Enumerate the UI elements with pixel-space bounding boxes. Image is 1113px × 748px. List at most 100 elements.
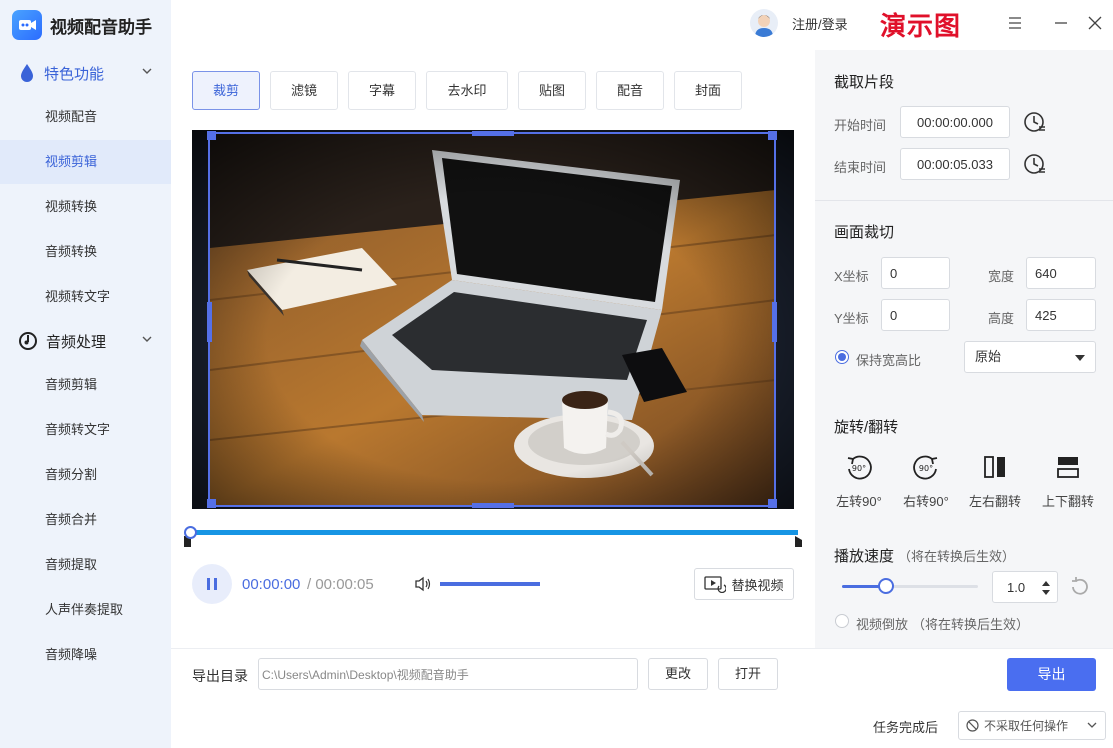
after-task-value: 不采取任何操作 (984, 719, 1069, 733)
rotate-right-icon: 90° (913, 455, 938, 480)
app-logo-row: 视频配音助手 (0, 0, 171, 50)
tab-crop[interactable]: 裁剪 (192, 71, 260, 110)
volume-icon[interactable] (414, 576, 432, 592)
export-path-input[interactable] (258, 658, 638, 690)
tab-dubbing[interactable]: 配音 (596, 71, 664, 110)
avatar (750, 9, 778, 37)
volume-slider[interactable] (440, 582, 540, 586)
ratio-select[interactable]: 原始 (964, 341, 1096, 373)
sidebar-item-video-edit[interactable]: 视频剪辑 (0, 140, 171, 184)
rotate-left-label: 左转90° (836, 494, 882, 509)
height-label: 高度 (988, 311, 1015, 326)
y-coord-input[interactable] (881, 299, 950, 331)
close-icon[interactable] (1086, 14, 1104, 32)
sidebar-item-audio-convert[interactable]: 音频转换 (0, 230, 171, 274)
x-coord-input[interactable] (881, 257, 950, 289)
flip-horizontal-button[interactable]: 左右翻转 (965, 452, 1025, 510)
start-time-input[interactable] (900, 106, 1010, 138)
sidebar-item-audio-to-text[interactable]: 音频转文字 (0, 408, 171, 452)
crop-handle-bottom[interactable] (472, 503, 514, 508)
export-button[interactable]: 导出 (1007, 658, 1096, 691)
start-time-label: 开始时间 (834, 118, 887, 133)
replace-video-button[interactable]: 替换视频 (694, 568, 794, 600)
reverse-video-radio[interactable] (835, 614, 849, 628)
change-dir-button[interactable]: 更改 (648, 658, 708, 690)
menu-icon[interactable] (1006, 14, 1024, 32)
keep-ratio-radio[interactable] (835, 350, 849, 364)
nav-group-features[interactable]: 特色功能 (0, 51, 171, 95)
speed-note: （将在转换后生效） (898, 549, 1016, 564)
height-input[interactable] (1026, 299, 1096, 331)
stepper-down-icon[interactable] (1042, 590, 1050, 595)
stepper-up-icon[interactable] (1042, 581, 1050, 586)
after-task-select[interactable]: 不采取任何操作 (958, 711, 1106, 740)
rotate-badge: 90° (919, 464, 933, 473)
flip-vertical-button[interactable]: 上下翻转 (1038, 452, 1098, 510)
rotate-right-button[interactable]: 90° 右转90° (896, 452, 956, 510)
video-preview[interactable] (192, 130, 794, 509)
no-action-icon (966, 719, 979, 732)
clip-section-title: 截取片段 (834, 74, 895, 91)
sidebar-item-audio-denoise[interactable]: 音频降噪 (0, 633, 171, 677)
reverse-video-label: 视频倒放 （将在转换后生效） (856, 614, 1029, 633)
chevron-down-icon (1087, 722, 1097, 728)
crop-handle-top-right[interactable] (768, 131, 777, 140)
tab-sticker[interactable]: 贴图 (518, 71, 586, 110)
time-separator: / (307, 576, 312, 593)
divider (815, 200, 1113, 201)
sidebar-item-audio-merge[interactable]: 音频合并 (0, 498, 171, 542)
sidebar-item-video-dubbing[interactable]: 视频配音 (0, 95, 171, 139)
current-time: 00:00:00 (242, 576, 301, 593)
replace-video-label: 替换视频 (731, 577, 784, 593)
speed-stepper[interactable]: 1.0 (992, 571, 1058, 603)
crop-handle-right[interactable] (772, 302, 777, 342)
reset-icon[interactable] (1068, 576, 1090, 598)
end-time-input[interactable] (900, 148, 1010, 180)
crop-section-title: 画面裁切 (834, 224, 895, 241)
crop-handle-bottom-left[interactable] (207, 499, 216, 508)
demo-watermark: 演示图 (880, 12, 962, 42)
tab-remove-watermark[interactable]: 去水印 (426, 71, 508, 110)
tab-cover[interactable]: 封面 (674, 71, 742, 110)
clock-icon[interactable] (1023, 152, 1047, 176)
timeline-track[interactable] (191, 530, 798, 535)
minimize-icon[interactable] (1052, 14, 1070, 32)
crop-handle-top-left[interactable] (207, 131, 216, 140)
crop-handle-bottom-right[interactable] (768, 499, 777, 508)
sidebar-item-video-to-text[interactable]: 视频转文字 (0, 275, 171, 319)
nav-group-label: 音频处理 (46, 333, 107, 351)
end-time-label: 结束时间 (834, 160, 887, 175)
rotate-badge: 90° (852, 464, 866, 473)
sidebar-item-audio-extract[interactable]: 音频提取 (0, 543, 171, 587)
flip-vertical-label: 上下翻转 (1041, 494, 1094, 509)
width-label: 宽度 (988, 269, 1015, 284)
trim-end-marker[interactable] (794, 536, 804, 548)
user-login[interactable]: 注册/登录 (750, 9, 848, 37)
crop-handle-left[interactable] (207, 302, 212, 342)
rotate-right-label: 右转90° (903, 494, 949, 509)
sidebar-item-video-convert[interactable]: 视频转换 (0, 185, 171, 229)
speed-section-title: 播放速度 （将在转换后生效） (834, 545, 1015, 566)
sidebar-item-audio-edit[interactable]: 音频剪辑 (0, 363, 171, 407)
crop-frame[interactable] (207, 131, 777, 508)
x-coord-label: X坐标 (834, 269, 869, 284)
reverse-label: 视频倒放 (856, 617, 909, 632)
flip-horizontal-icon (984, 456, 1005, 478)
open-dir-button[interactable]: 打开 (718, 658, 778, 690)
crop-handle-top[interactable] (472, 131, 514, 136)
tab-subtitle[interactable]: 字幕 (348, 71, 416, 110)
tab-filter[interactable]: 滤镜 (270, 71, 338, 110)
speed-title: 播放速度 (834, 548, 895, 565)
speed-slider-knob[interactable] (878, 578, 894, 594)
rotate-left-button[interactable]: 90° 左转90° (829, 452, 889, 510)
sidebar-item-audio-split[interactable]: 音频分割 (0, 453, 171, 497)
chevron-down-icon (142, 68, 152, 74)
nav-group-audio[interactable]: 音频处理 (0, 319, 171, 363)
width-input[interactable] (1026, 257, 1096, 289)
login-link[interactable]: 注册/登录 (792, 14, 848, 33)
clock-icon[interactable] (1023, 110, 1047, 134)
timeline-playhead[interactable] (184, 526, 197, 539)
sidebar-item-vocal-extract[interactable]: 人声伴奏提取 (0, 588, 171, 632)
pause-button[interactable] (192, 564, 232, 604)
after-task-label: 任务完成后 (873, 720, 939, 735)
